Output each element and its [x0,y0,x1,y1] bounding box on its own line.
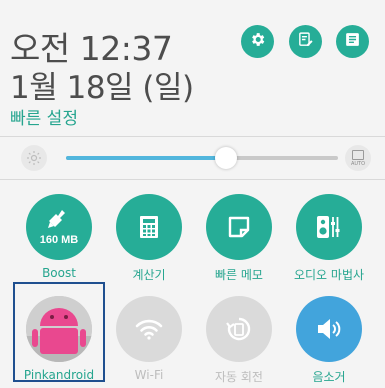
auto-brightness-icon [352,149,364,160]
brightness-row: AUTO [0,137,385,179]
tile-label: 오디오 마법사 [293,268,365,282]
memo-icon [228,216,250,238]
boost-button[interactable]: 160 MB [26,194,92,260]
focus-highlight [13,282,105,382]
volume-icon [318,319,341,339]
quick-settings-link[interactable]: 빠른 설정 [10,104,78,129]
calculator-button[interactable] [116,194,182,260]
brightness-knob[interactable] [215,147,238,169]
tile-quick-memo[interactable]: 빠른 메모 [194,184,284,286]
broom-icon [48,210,65,228]
tile-audio-wizard[interactable]: 오디오 마법사 [284,184,374,286]
gear-icon [249,31,266,52]
wifi-icon [135,319,163,340]
tile-label: Wi-Fi [134,368,164,382]
notes-button[interactable] [336,25,369,58]
boost-memory: 160 MB [39,234,79,246]
speaker-eq-icon [317,216,340,238]
tile-label: 자동 회전 [215,370,263,384]
notes-icon [344,31,361,52]
wifi-button[interactable] [116,296,182,362]
clock-date: 1월 18일 (일) [10,70,194,106]
edit-settings-button[interactable] [289,25,322,58]
brightness-icon [21,145,47,171]
rotate-icon [226,317,251,341]
mute-button[interactable] [296,296,362,362]
brightness-fill [66,156,227,160]
tile-label: 빠른 메모 [215,268,263,282]
tile-wifi[interactable]: Wi-Fi [104,286,194,388]
tile-label: 음소거 [312,370,346,384]
calculator-icon [140,216,158,238]
quick-memo-button[interactable] [206,194,272,260]
edit-icon [297,31,314,52]
brightness-slider[interactable] [66,147,338,169]
auto-rotate-button[interactable] [206,296,272,362]
notification-header: 오전 12:37 1월 18일 (일) 빠른 설정 [0,0,385,137]
divider [0,179,385,180]
auto-brightness-button[interactable]: AUTO [345,145,371,171]
tile-boost[interactable]: 160 MB Boost [14,184,104,286]
tile-label: Boost [42,266,76,280]
tile-label: 계산기 [132,268,166,282]
tile-auto-rotate[interactable]: 자동 회전 [194,286,284,388]
tile-mute[interactable]: 음소거 [284,286,374,388]
settings-button[interactable] [241,25,274,58]
auto-brightness-label: AUTO [350,160,366,167]
tile-calculator[interactable]: 계산기 [104,184,194,286]
audio-wizard-button[interactable] [296,194,362,260]
